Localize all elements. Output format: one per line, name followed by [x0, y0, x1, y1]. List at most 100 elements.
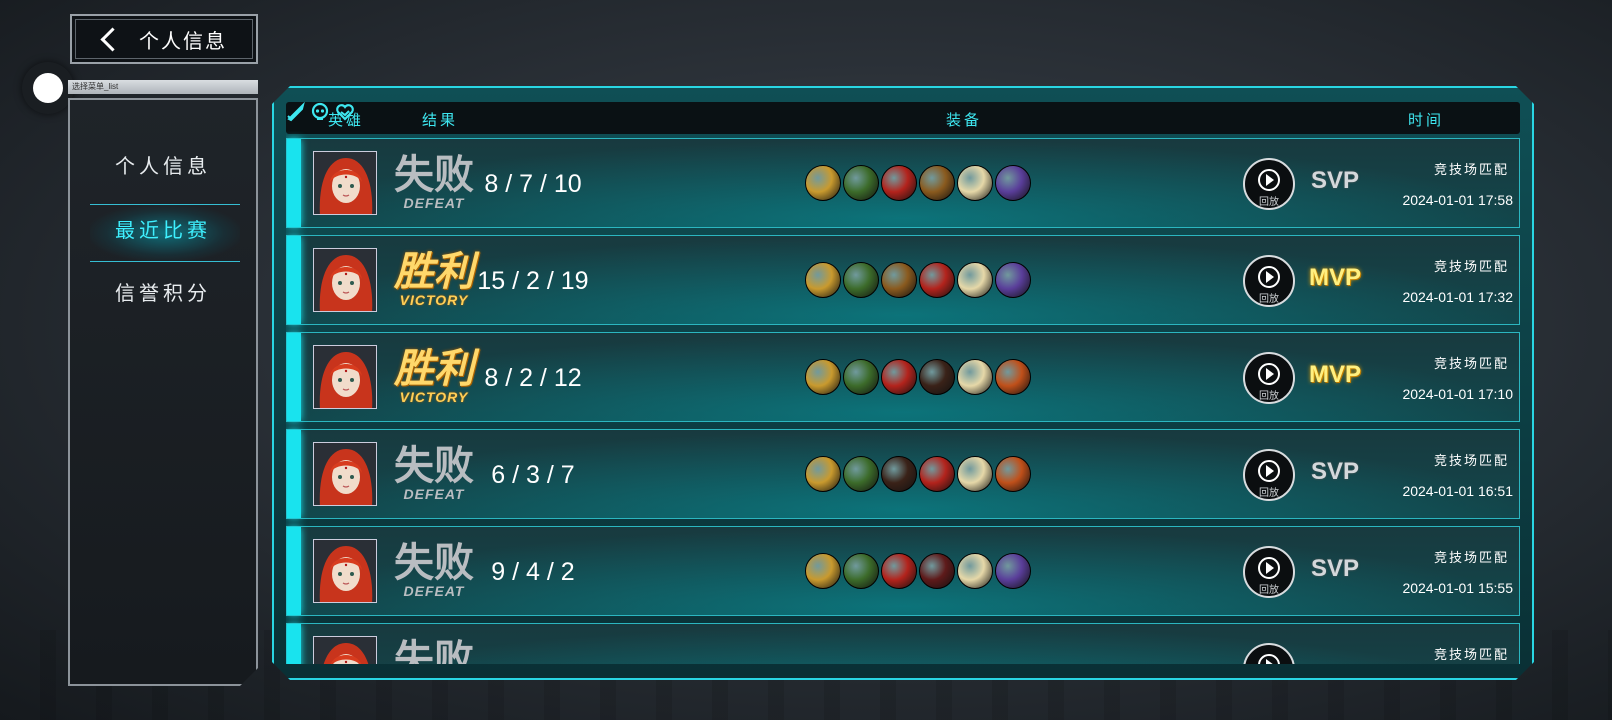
row-accent-bar: [287, 333, 301, 421]
match-row[interactable]: 失败DEFEAT回放竞技场匹配: [286, 623, 1520, 664]
match-mode: 竞技场匹配: [1433, 357, 1509, 372]
back-button[interactable]: 个人信息: [70, 14, 258, 64]
fire-axe-icon[interactable]: [995, 359, 1031, 395]
result-text-en: DEFEAT: [403, 195, 465, 211]
match-mode: 竞技场匹配: [1433, 454, 1509, 469]
kda-stat: 15 / 2 / 19: [477, 267, 589, 295]
replay-label: 回放: [1259, 197, 1279, 208]
pale-dagger-icon[interactable]: [957, 456, 993, 492]
performance-badge: SVP: [1310, 167, 1360, 194]
dark-boots-icon[interactable]: [881, 456, 917, 492]
match-mode: 竞技场匹配: [1433, 648, 1509, 663]
row-accent-bar: [287, 624, 301, 664]
item-list: [805, 165, 1033, 203]
header-items: 装备: [946, 111, 983, 129]
result-text: 失败: [394, 637, 474, 664]
row-accent-bar: [287, 527, 301, 615]
play-icon: [1258, 363, 1280, 385]
green-blade-icon[interactable]: [843, 553, 879, 589]
purple-gem-icon[interactable]: [995, 165, 1031, 201]
sidebar-item-recent-matches[interactable]: 最近比赛: [70, 214, 256, 243]
item-list: [805, 262, 1033, 300]
pale-dagger-icon[interactable]: [957, 165, 993, 201]
pale-dagger-icon[interactable]: [957, 359, 993, 395]
match-mode: 竞技场匹配: [1433, 260, 1509, 275]
match-row[interactable]: 胜利 VICTORY 8 / 2 / 12 回放 MVP 竞技场匹配 2024-01-01 …: [286, 332, 1520, 422]
red-sword-icon[interactable]: [919, 262, 955, 298]
debug-toggle[interactable]: [22, 62, 74, 114]
green-blade-icon[interactable]: [843, 456, 879, 492]
dark-boots-icon[interactable]: [919, 359, 955, 395]
match-row[interactable]: 失败 DEFEAT 8 / 7 / 10 回放 SVP 竞技场匹配 2024-01-01 1…: [286, 138, 1520, 228]
sword-icon: [286, 102, 306, 122]
sidebar-item-credit-score[interactable]: 信誉积分: [70, 277, 256, 306]
kda-stat: 8 / 2 / 12: [484, 364, 582, 392]
replay-button[interactable]: 回放: [1243, 255, 1295, 307]
replay-button[interactable]: 回放: [1243, 546, 1295, 598]
gold-axe-icon[interactable]: [805, 359, 841, 395]
result-text: 失败: [394, 540, 474, 586]
hero-portrait: [313, 248, 377, 312]
hero-portrait: [313, 345, 377, 409]
green-blade-icon[interactable]: [843, 359, 879, 395]
gold-axe-icon[interactable]: [805, 165, 841, 201]
replay-button[interactable]: 回放: [1243, 449, 1295, 501]
pale-dagger-icon[interactable]: [957, 553, 993, 589]
performance-badge: MVP: [1308, 361, 1361, 388]
item-list: [805, 359, 1033, 397]
replay-label: 回放: [1259, 488, 1279, 499]
hero-portrait: [313, 151, 377, 215]
hero-portrait: [313, 442, 377, 506]
performance-badge: SVP: [1310, 458, 1360, 485]
result-text: 失败: [394, 152, 474, 198]
match-row[interactable]: 失败 DEFEAT 9 / 4 / 2 回放 SVP 竞技场匹配 2024-01-01 15…: [286, 526, 1520, 616]
match-time: 2024-01-01 17:10: [1402, 386, 1513, 402]
item-list: [805, 553, 1033, 591]
replay-button[interactable]: 回放: [1243, 158, 1295, 210]
replay-label: 回放: [1259, 585, 1279, 596]
bronze-armor-icon[interactable]: [881, 262, 917, 298]
header-time: 时间: [1408, 111, 1445, 129]
performance-badge: MVP: [1308, 264, 1361, 291]
crimson-claw-icon[interactable]: [919, 553, 955, 589]
play-icon: [1258, 169, 1280, 191]
result-text: 胜利: [394, 249, 474, 295]
table-header: 英雄 结果 装备 时间: [286, 102, 1520, 134]
match-row[interactable]: 失败 DEFEAT 6 / 3 / 7 回放 SVP 竞技场匹配 2024-01-01 16…: [286, 429, 1520, 519]
play-icon: [1258, 266, 1280, 288]
row-accent-bar: [287, 236, 301, 324]
match-row[interactable]: 胜利 VICTORY 15 / 2 / 19 回放 MVP 竞技场匹配 2024-01-01…: [286, 235, 1520, 325]
hero-portrait: [313, 636, 377, 664]
result-text-en: DEFEAT: [403, 486, 465, 502]
gold-axe-icon[interactable]: [805, 456, 841, 492]
red-sword-icon[interactable]: [881, 359, 917, 395]
gold-axe-icon[interactable]: [805, 262, 841, 298]
red-sword-icon[interactable]: [881, 165, 917, 201]
pale-dagger-icon[interactable]: [957, 262, 993, 298]
row-accent-bar: [287, 430, 301, 518]
red-sword-icon[interactable]: [881, 553, 917, 589]
red-sword-icon[interactable]: [919, 456, 955, 492]
replay-label: 回放: [1259, 294, 1279, 305]
match-mode: 竞技场匹配: [1433, 163, 1509, 178]
header-result: 结果: [422, 111, 459, 129]
bronze-armor-icon[interactable]: [919, 165, 955, 201]
play-icon: [1258, 557, 1280, 579]
gold-axe-icon[interactable]: [805, 553, 841, 589]
debug-bar: 选择菜单_list: [68, 80, 258, 94]
result-text-en: VICTORY: [399, 292, 469, 308]
replay-button[interactable]: 回放: [1243, 643, 1295, 664]
performance-badge: SVP: [1310, 555, 1360, 582]
green-blade-icon[interactable]: [843, 262, 879, 298]
hero-portrait: [313, 539, 377, 603]
green-blade-icon[interactable]: [843, 165, 879, 201]
sidebar-item-profile[interactable]: 个人信息: [70, 150, 256, 179]
fire-axe-icon[interactable]: [995, 456, 1031, 492]
purple-gem-icon[interactable]: [995, 553, 1031, 589]
purple-gem-icon[interactable]: [995, 262, 1031, 298]
chevron-left-icon: [100, 26, 125, 52]
result-text: 胜利: [394, 346, 474, 392]
replay-button[interactable]: 回放: [1243, 352, 1295, 404]
match-time: 2024-01-01 17:58: [1402, 192, 1513, 208]
kda-stat: 9 / 4 / 2: [491, 558, 575, 586]
